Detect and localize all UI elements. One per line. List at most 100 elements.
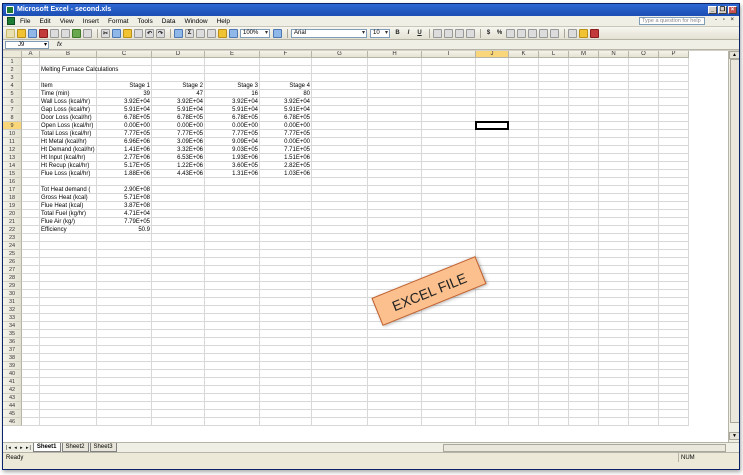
cell-e37[interactable] bbox=[205, 346, 260, 354]
cell-l13[interactable] bbox=[539, 154, 569, 162]
cell-k24[interactable] bbox=[509, 242, 539, 250]
cell-d29[interactable] bbox=[152, 282, 205, 290]
cell-n31[interactable] bbox=[599, 298, 629, 306]
cell-b40[interactable] bbox=[40, 370, 97, 378]
cell-l2[interactable] bbox=[539, 66, 569, 74]
cell-g14[interactable] bbox=[312, 162, 368, 170]
cell-e2[interactable] bbox=[205, 66, 260, 74]
cell-o10[interactable] bbox=[629, 130, 659, 138]
cell-e13[interactable]: 1.93E+06 bbox=[205, 154, 260, 162]
cell-g17[interactable] bbox=[312, 186, 368, 194]
cell-d38[interactable] bbox=[152, 354, 205, 362]
cell-n7[interactable] bbox=[599, 106, 629, 114]
cell-d26[interactable] bbox=[152, 258, 205, 266]
row-header[interactable]: 34 bbox=[3, 322, 22, 330]
cell-h27[interactable] bbox=[368, 266, 422, 274]
cell-d42[interactable] bbox=[152, 386, 205, 394]
cell-f17[interactable] bbox=[260, 186, 312, 194]
cell-j23[interactable] bbox=[476, 234, 509, 242]
autosum-icon[interactable]: Σ bbox=[185, 28, 194, 38]
cell-i4[interactable] bbox=[422, 82, 476, 90]
cell-c24[interactable] bbox=[97, 242, 152, 250]
cell-l33[interactable] bbox=[539, 314, 569, 322]
cell-b14[interactable]: Ht Recup (kcal/hr) bbox=[40, 162, 97, 170]
cell-o44[interactable] bbox=[629, 402, 659, 410]
cell-d1[interactable] bbox=[152, 58, 205, 66]
cell-i41[interactable] bbox=[422, 378, 476, 386]
cell-l23[interactable] bbox=[539, 234, 569, 242]
row-header[interactable]: 1 bbox=[3, 58, 22, 66]
cell-c30[interactable] bbox=[97, 290, 152, 298]
column-header-j[interactable]: J bbox=[476, 51, 509, 58]
cell-j38[interactable] bbox=[476, 354, 509, 362]
cell-a13[interactable] bbox=[22, 154, 40, 162]
cell-i12[interactable] bbox=[422, 146, 476, 154]
cell-n6[interactable] bbox=[599, 98, 629, 106]
row-header[interactable]: 37 bbox=[3, 346, 22, 354]
cell-o2[interactable] bbox=[629, 66, 659, 74]
cell-g19[interactable] bbox=[312, 202, 368, 210]
cell-n44[interactable] bbox=[599, 402, 629, 410]
cell-b2[interactable]: Melting Furnace Calculations bbox=[40, 66, 118, 74]
cell-g43[interactable] bbox=[312, 394, 368, 402]
cell-i22[interactable] bbox=[422, 226, 476, 234]
cell-h13[interactable] bbox=[368, 154, 422, 162]
cell-e6[interactable]: 3.92E+04 bbox=[205, 98, 260, 106]
cell-d4[interactable]: Stage 2 bbox=[152, 82, 205, 90]
cell-k29[interactable] bbox=[509, 282, 539, 290]
cell-m22[interactable] bbox=[569, 226, 599, 234]
cell-d33[interactable] bbox=[152, 314, 205, 322]
cell-m35[interactable] bbox=[569, 330, 599, 338]
cell-k42[interactable] bbox=[509, 386, 539, 394]
cell-a16[interactable] bbox=[22, 178, 40, 186]
cell-c46[interactable] bbox=[97, 418, 152, 426]
tab-sheet1[interactable]: Sheet1 bbox=[32, 443, 61, 452]
cell-p7[interactable] bbox=[659, 106, 689, 114]
cell-k33[interactable] bbox=[509, 314, 539, 322]
cell-p43[interactable] bbox=[659, 394, 689, 402]
cell-n24[interactable] bbox=[599, 242, 629, 250]
cell-a15[interactable] bbox=[22, 170, 40, 178]
cell-c16[interactable] bbox=[97, 178, 152, 186]
cell-j2[interactable] bbox=[476, 66, 509, 74]
cell-i38[interactable] bbox=[422, 354, 476, 362]
cell-n22[interactable] bbox=[599, 226, 629, 234]
cell-k45[interactable] bbox=[509, 410, 539, 418]
cell-i23[interactable] bbox=[422, 234, 476, 242]
cell-b32[interactable] bbox=[40, 306, 97, 314]
cell-l1[interactable] bbox=[539, 58, 569, 66]
cell-l35[interactable] bbox=[539, 330, 569, 338]
cell-a31[interactable] bbox=[22, 298, 40, 306]
cell-c8[interactable]: 6.78E+05 bbox=[97, 114, 152, 122]
sort-descending-icon[interactable] bbox=[207, 28, 216, 38]
comma-style-icon[interactable] bbox=[506, 28, 515, 38]
row-header[interactable]: 21 bbox=[3, 218, 22, 226]
cell-e10[interactable]: 7.77E+05 bbox=[205, 130, 260, 138]
cell-f22[interactable] bbox=[260, 226, 312, 234]
row-header[interactable]: 22 bbox=[3, 226, 22, 234]
cell-c31[interactable] bbox=[97, 298, 152, 306]
cell-k34[interactable] bbox=[509, 322, 539, 330]
spreadsheet-grid[interactable]: ABCDEFGHIJKLMNOP EXCEL FILE 1 2 Melting Fu… bbox=[3, 51, 728, 442]
cell-h11[interactable] bbox=[368, 138, 422, 146]
cell-g42[interactable] bbox=[312, 386, 368, 394]
decrease-decimal-icon[interactable] bbox=[528, 28, 537, 38]
cell-d37[interactable] bbox=[152, 346, 205, 354]
currency-button[interactable]: $ bbox=[484, 29, 493, 38]
cell-c14[interactable]: 5.17E+05 bbox=[97, 162, 152, 170]
cell-p3[interactable] bbox=[659, 74, 689, 82]
cell-e9[interactable]: 0.00E+00 bbox=[205, 122, 260, 130]
cell-p31[interactable] bbox=[659, 298, 689, 306]
cell-l18[interactable] bbox=[539, 194, 569, 202]
cell-p26[interactable] bbox=[659, 258, 689, 266]
fx-icon[interactable]: fx bbox=[57, 41, 62, 48]
cell-i11[interactable] bbox=[422, 138, 476, 146]
column-header-n[interactable]: N bbox=[599, 51, 629, 58]
research-icon[interactable] bbox=[83, 28, 92, 38]
cell-a21[interactable] bbox=[22, 218, 40, 226]
cell-n33[interactable] bbox=[599, 314, 629, 322]
cell-c39[interactable] bbox=[97, 362, 152, 370]
cell-j10[interactable] bbox=[476, 130, 509, 138]
cell-p40[interactable] bbox=[659, 370, 689, 378]
column-header-k[interactable]: K bbox=[509, 51, 539, 58]
